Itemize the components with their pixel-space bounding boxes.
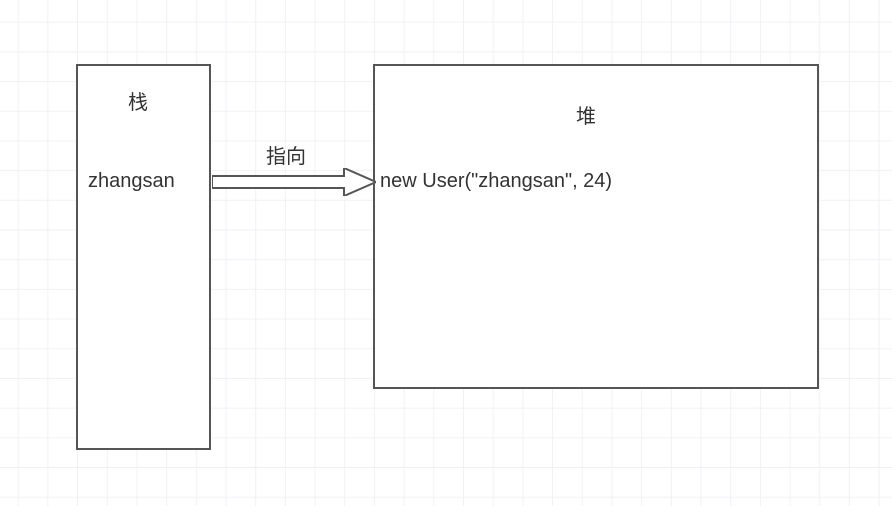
heap-title: 堆 <box>576 100 596 129</box>
stack-title: 栈 <box>128 86 148 115</box>
heap-box <box>373 64 819 389</box>
arrow-icon <box>212 168 376 196</box>
stack-variable: zhangsan <box>88 170 175 193</box>
heap-expression: new User("zhangsan", 24) <box>380 170 612 193</box>
arrow-label: 指向 <box>266 140 306 169</box>
stack-box <box>76 64 211 450</box>
